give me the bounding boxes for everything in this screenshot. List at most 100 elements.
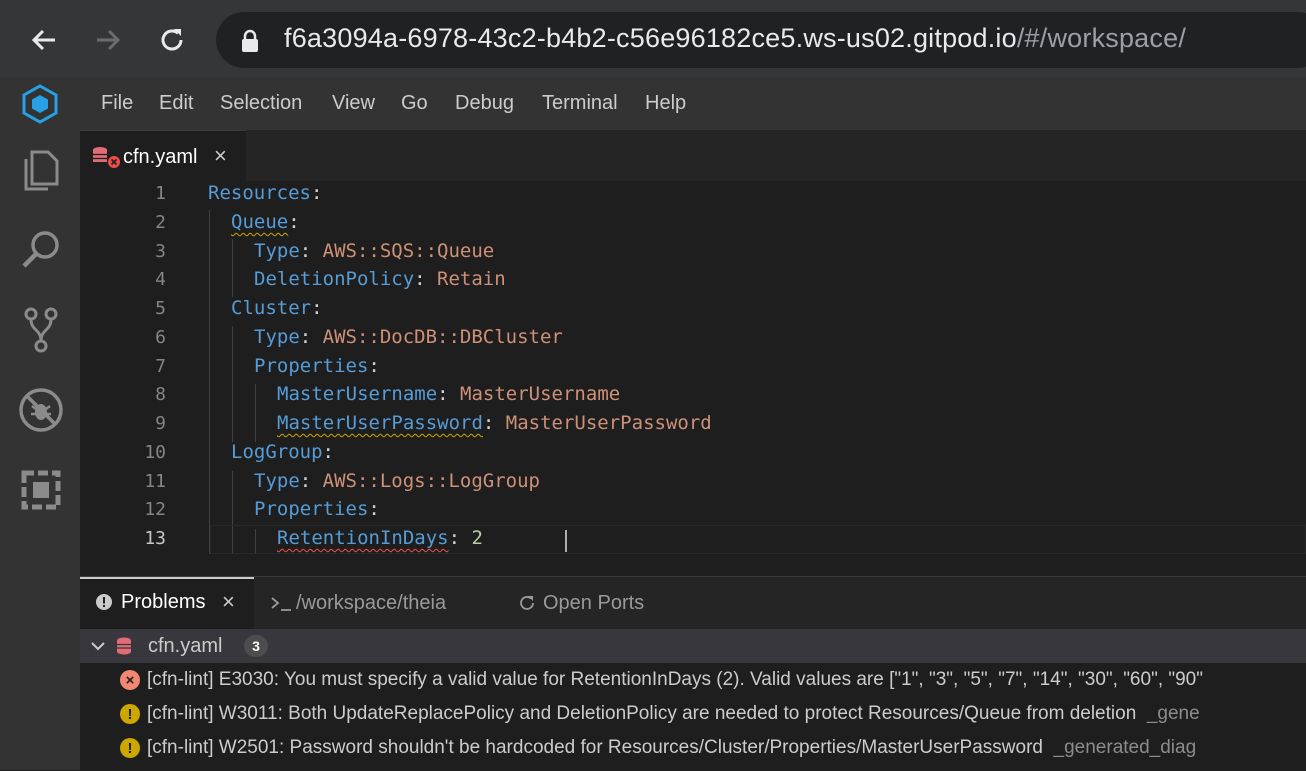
- code-line: 8 MasterUsername: MasterUsername: [80, 382, 1306, 411]
- menu-debug[interactable]: Debug: [455, 92, 514, 115]
- yaml-value: MasterUsername: [460, 383, 621, 405]
- info-circle-icon: [96, 594, 112, 610]
- line-number: 5: [155, 298, 166, 319]
- line-number: 4: [155, 269, 166, 290]
- code-text: LogGroup:: [231, 441, 334, 463]
- url-host: f6a3094a-6978-43c2-b4b2-c56e96182ce5.ws-…: [284, 23, 1017, 53]
- url-path: /#/workspace/: [1016, 23, 1187, 53]
- explorer-button[interactable]: [14, 143, 68, 197]
- problem-source: _generated_diag: [1053, 737, 1197, 758]
- code-text: Resources:: [208, 182, 322, 204]
- bottom-panel: Problems × /workspace/theia Open Ports c…: [80, 576, 1306, 771]
- yaml-key: LogGroup: [231, 441, 323, 463]
- tab-cfn-yaml[interactable]: cfn.yaml ×: [80, 130, 246, 182]
- warning-icon: !: [120, 704, 140, 724]
- problem-item[interactable]: ! [cfn-lint] W2501: Password shouldn't b…: [80, 731, 1306, 765]
- menu-terminal[interactable]: Terminal: [542, 92, 618, 115]
- code-text: Type: AWS::Logs::LogGroup: [254, 470, 540, 492]
- yaml-colon: :: [437, 383, 461, 405]
- tab-open-ports[interactable]: Open Ports: [514, 577, 674, 629]
- line-number: 7: [155, 356, 166, 377]
- tab-problems[interactable]: Problems ×: [80, 577, 254, 629]
- yaml-key: Type: [254, 326, 300, 348]
- problem-item[interactable]: × [cfn-lint] E3030: You must specify a v…: [80, 663, 1306, 697]
- yaml-key: MasterUserPassword: [277, 412, 483, 434]
- warning-icon: !: [120, 738, 140, 758]
- code-line: 11 Type: AWS::Logs::LogGroup: [80, 469, 1306, 498]
- yaml-colon: :: [448, 527, 472, 549]
- tab-label: cfn.yaml: [123, 146, 198, 168]
- menu-view[interactable]: View: [332, 92, 375, 115]
- yaml-colon: :: [322, 441, 334, 463]
- yaml-value: 2: [471, 527, 483, 549]
- code-text: Cluster:: [231, 297, 323, 319]
- menu-edit[interactable]: Edit: [159, 92, 193, 115]
- line-number: 12: [144, 499, 166, 520]
- problems-file-row[interactable]: cfn.yaml 3: [80, 629, 1306, 663]
- theia-logo-icon: [22, 84, 58, 124]
- debug-button[interactable]: [14, 383, 68, 437]
- tab-problems-close[interactable]: ×: [222, 589, 235, 615]
- back-button[interactable]: [24, 20, 64, 60]
- problem-text: [cfn-lint] E3030: You must specify a val…: [147, 669, 1203, 691]
- line-number: 11: [144, 471, 166, 492]
- yaml-key: Properties: [254, 355, 369, 377]
- code-text: Properties:: [254, 498, 380, 520]
- arrow-left-icon: [31, 29, 55, 51]
- problem-item[interactable]: ! [cfn-lint] W3011: Both UpdateReplacePo…: [80, 697, 1306, 731]
- line-number: 6: [155, 327, 166, 348]
- menu-go[interactable]: Go: [401, 92, 428, 115]
- line-number: 2: [155, 212, 166, 233]
- code-line: 10 LogGroup:: [80, 440, 1306, 469]
- activity-bar: [0, 130, 80, 770]
- editor-tab-bar: cfn.yaml ×: [80, 130, 1306, 182]
- browser-toolbar: f6a3094a-6978-43c2-b4b2-c56e96182ce5.ws-…: [0, 0, 1306, 78]
- menu-file[interactable]: File: [101, 92, 133, 115]
- code-text: MasterUsername: MasterUsername: [277, 383, 620, 405]
- line-number: 8: [155, 384, 166, 405]
- problems-file-name: cfn.yaml: [148, 635, 223, 657]
- problem-count-badge: 3: [244, 635, 268, 657]
- search-icon: [22, 231, 59, 268]
- yaml-colon: :: [299, 326, 323, 348]
- yaml-colon: :: [299, 470, 323, 492]
- code-text: MasterUserPassword: MasterUserPassword: [277, 412, 712, 434]
- problem-text: [cfn-lint] W3011: Both UpdateReplacePoli…: [147, 703, 1200, 725]
- tab-problems-label: Problems: [121, 591, 206, 613]
- yaml-key: Type: [254, 240, 300, 262]
- source-control-icon: [24, 307, 58, 353]
- code-text: Type: AWS::SQS::Queue: [254, 240, 494, 262]
- problem-message: [cfn-lint] W2501: Password shouldn't be …: [147, 737, 1043, 758]
- database-error-icon: [93, 147, 120, 168]
- code-editor[interactable]: 1 Resources: 2 Queue: 3 Type: AWS::SQS::…: [80, 181, 1306, 576]
- tab-close-button[interactable]: ×: [214, 143, 227, 169]
- address-bar[interactable]: f6a3094a-6978-43c2-b4b2-c56e96182ce5.ws-…: [216, 12, 1306, 68]
- yaml-colon: :: [311, 297, 323, 319]
- code-text: DeletionPolicy: Retain: [254, 268, 506, 290]
- error-icon: ×: [120, 670, 140, 690]
- search-button[interactable]: [14, 223, 68, 277]
- terminal-icon: [271, 597, 291, 611]
- forward-button[interactable]: [88, 20, 128, 60]
- menu-help[interactable]: Help: [645, 92, 686, 115]
- code-line: 13 RetentionInDays: 2: [80, 526, 1306, 555]
- code-text: RetentionInDays: 2: [277, 527, 483, 549]
- code-line: 4 DeletionPolicy: Retain: [80, 267, 1306, 296]
- line-number: 1: [155, 183, 166, 204]
- reload-button[interactable]: [152, 20, 192, 60]
- yaml-key: RetentionInDays: [277, 527, 449, 549]
- tab-terminal[interactable]: /workspace/theia: [266, 577, 476, 629]
- code-text: Queue:: [231, 211, 300, 233]
- problem-message: [cfn-lint] E3030: You must specify a val…: [147, 669, 1203, 690]
- yaml-colon: :: [368, 498, 380, 520]
- yaml-value: AWS::Logs::LogGroup: [322, 470, 540, 492]
- problem-message: [cfn-lint] W3011: Both UpdateReplacePoli…: [147, 703, 1137, 724]
- lock-icon: [242, 29, 258, 52]
- yaml-value: Retain: [437, 268, 506, 290]
- line-number: 9: [155, 413, 166, 434]
- menu-selection[interactable]: Selection: [220, 92, 302, 115]
- tab-terminal-label: /workspace/theia: [296, 592, 447, 614]
- yaml-value: AWS::SQS::Queue: [322, 240, 495, 262]
- extensions-button[interactable]: [14, 463, 68, 517]
- source-control-button[interactable]: [14, 303, 68, 357]
